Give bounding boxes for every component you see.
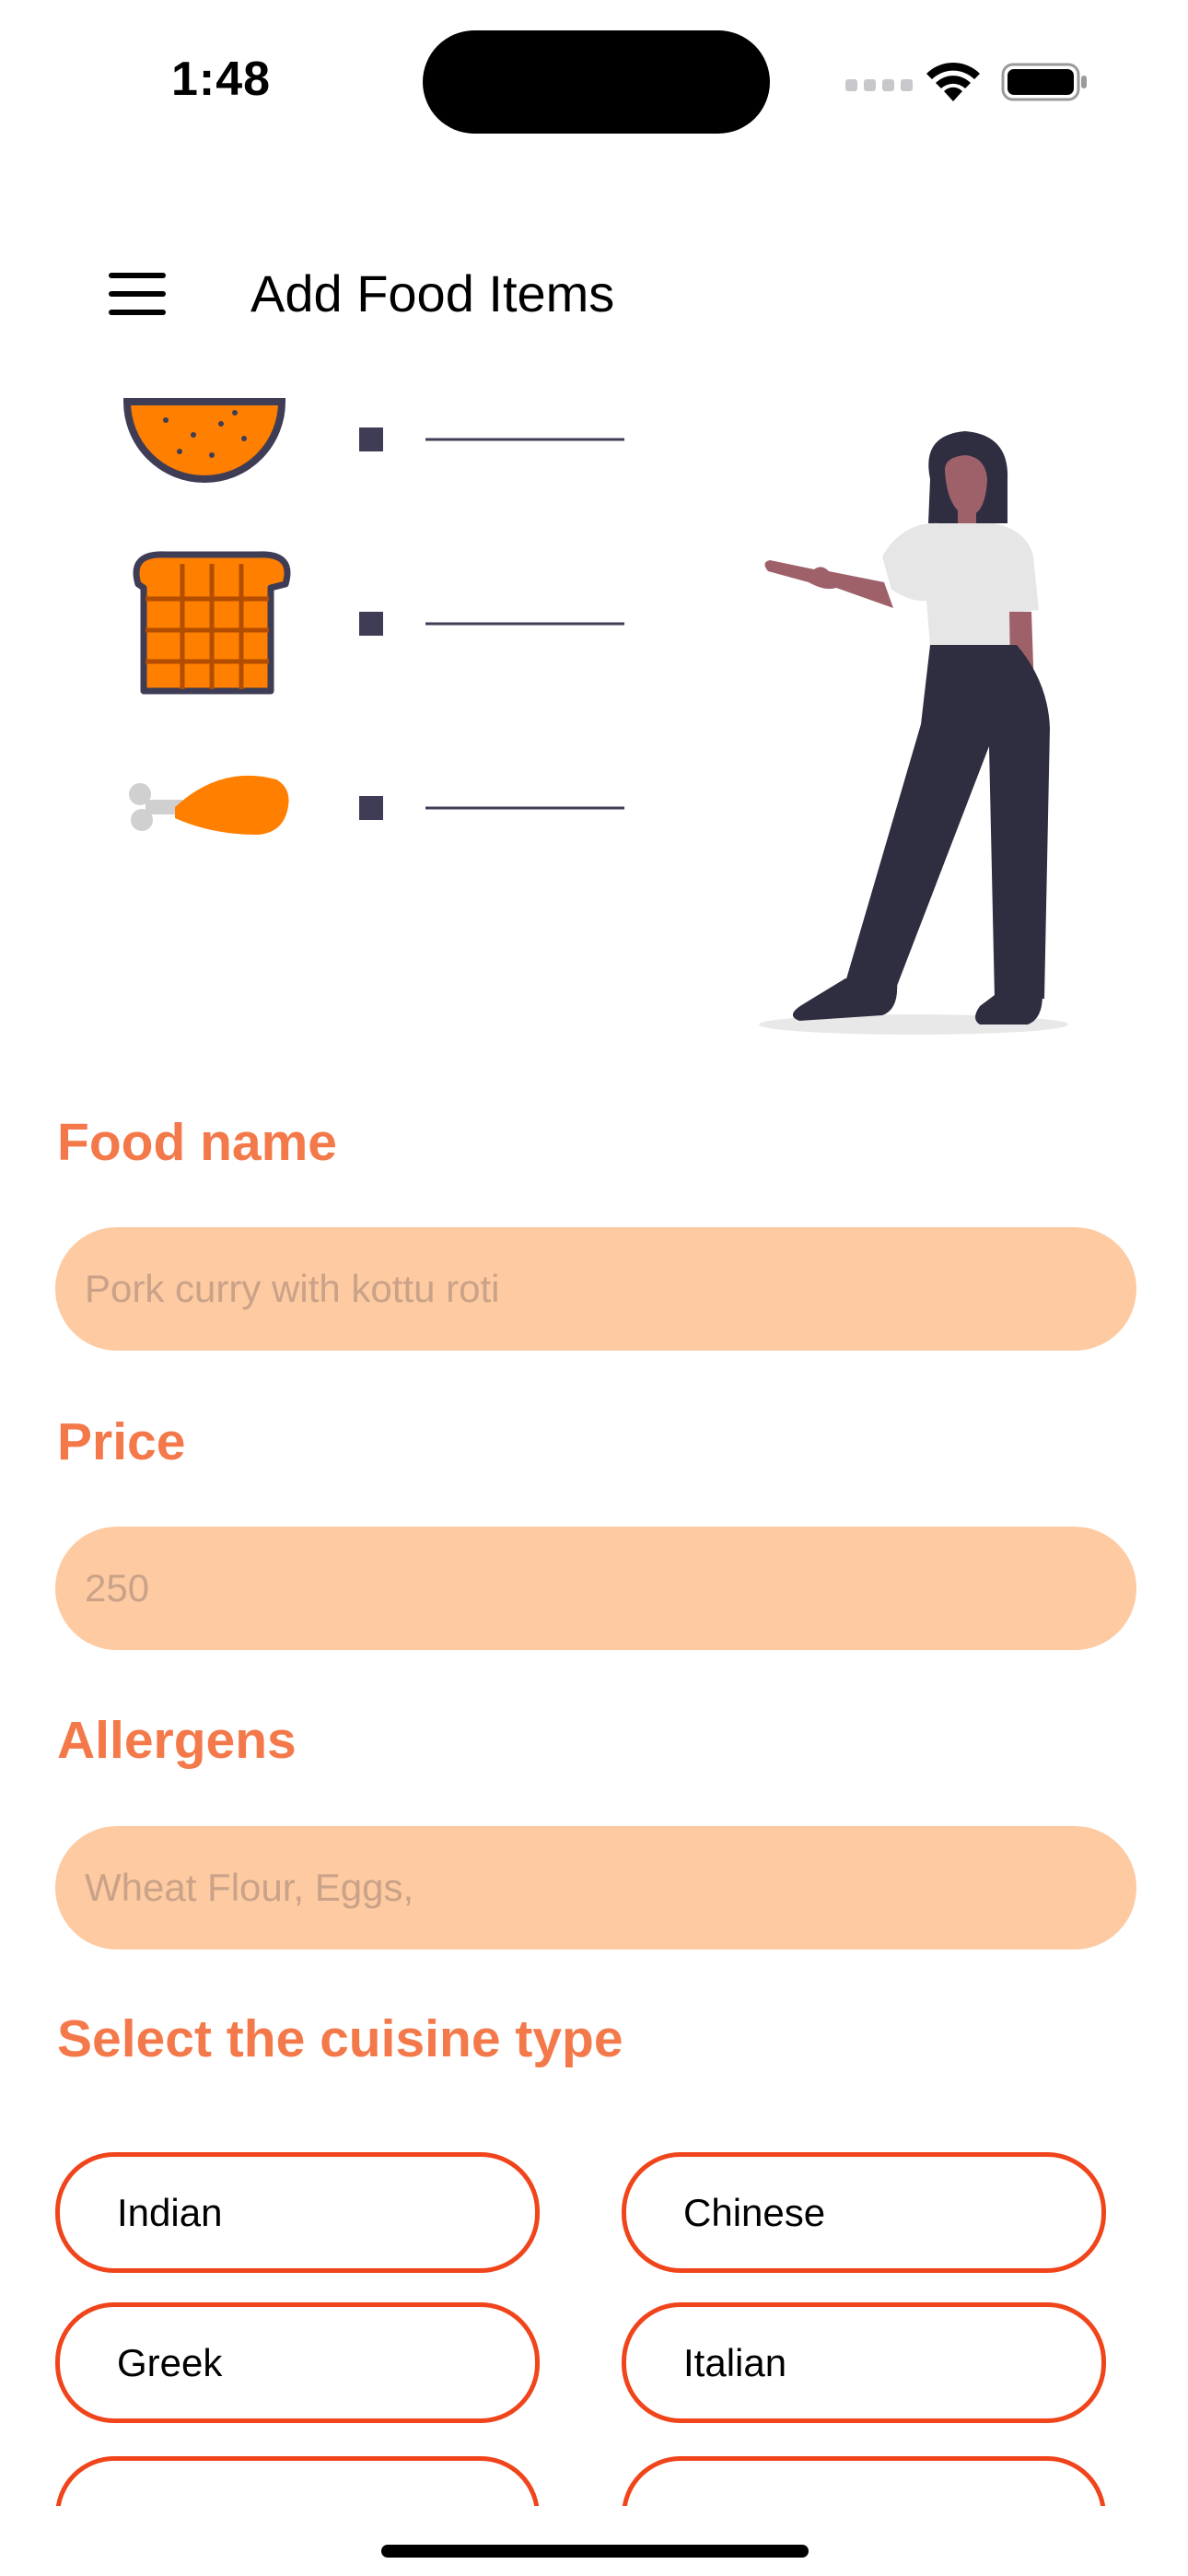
menu-button[interactable]: [109, 273, 168, 317]
food-name-input[interactable]: [55, 1227, 1136, 1351]
cellular-signal-icon: [845, 79, 913, 91]
cuisine-option-partial[interactable]: [622, 2456, 1106, 2506]
cuisine-option-label: Chinese: [683, 2190, 826, 2234]
melon-slice-icon: [122, 398, 286, 483]
home-indicator[interactable]: [381, 2545, 809, 2558]
food-name-label: Food name: [57, 1113, 338, 1172]
woman-figure: [759, 431, 1068, 1035]
cuisine-option-greek[interactable]: Greek: [55, 2302, 540, 2423]
food-illustration: [122, 398, 1068, 1035]
price-input[interactable]: [55, 1527, 1136, 1650]
status-time: 1:48: [171, 53, 272, 106]
allergens-input[interactable]: [55, 1826, 1136, 1950]
cuisine-label: Select the cuisine type: [57, 2009, 623, 2068]
battery-icon: [1001, 63, 1087, 101]
price-label: Price: [57, 1412, 186, 1471]
cuisine-option-label: Indian: [117, 2190, 223, 2234]
cuisine-option-indian[interactable]: Indian: [55, 2152, 540, 2273]
page-title: Add Food Items: [250, 264, 615, 322]
cuisine-option-partial[interactable]: [55, 2456, 540, 2506]
cuisine-option-label: Italian: [683, 2340, 787, 2384]
cuisine-option-italian[interactable]: Italian: [622, 2302, 1106, 2423]
cuisine-options-overflow: [0, 2451, 1188, 2506]
drumstick-icon: [129, 775, 289, 835]
wifi-icon: [926, 62, 980, 101]
dynamic-island: [423, 30, 770, 134]
cuisine-option-label: Greek: [117, 2340, 223, 2384]
toast-icon: [133, 551, 291, 695]
cuisine-option-chinese[interactable]: Chinese: [622, 2152, 1106, 2273]
allergens-label: Allergens: [57, 1711, 297, 1770]
